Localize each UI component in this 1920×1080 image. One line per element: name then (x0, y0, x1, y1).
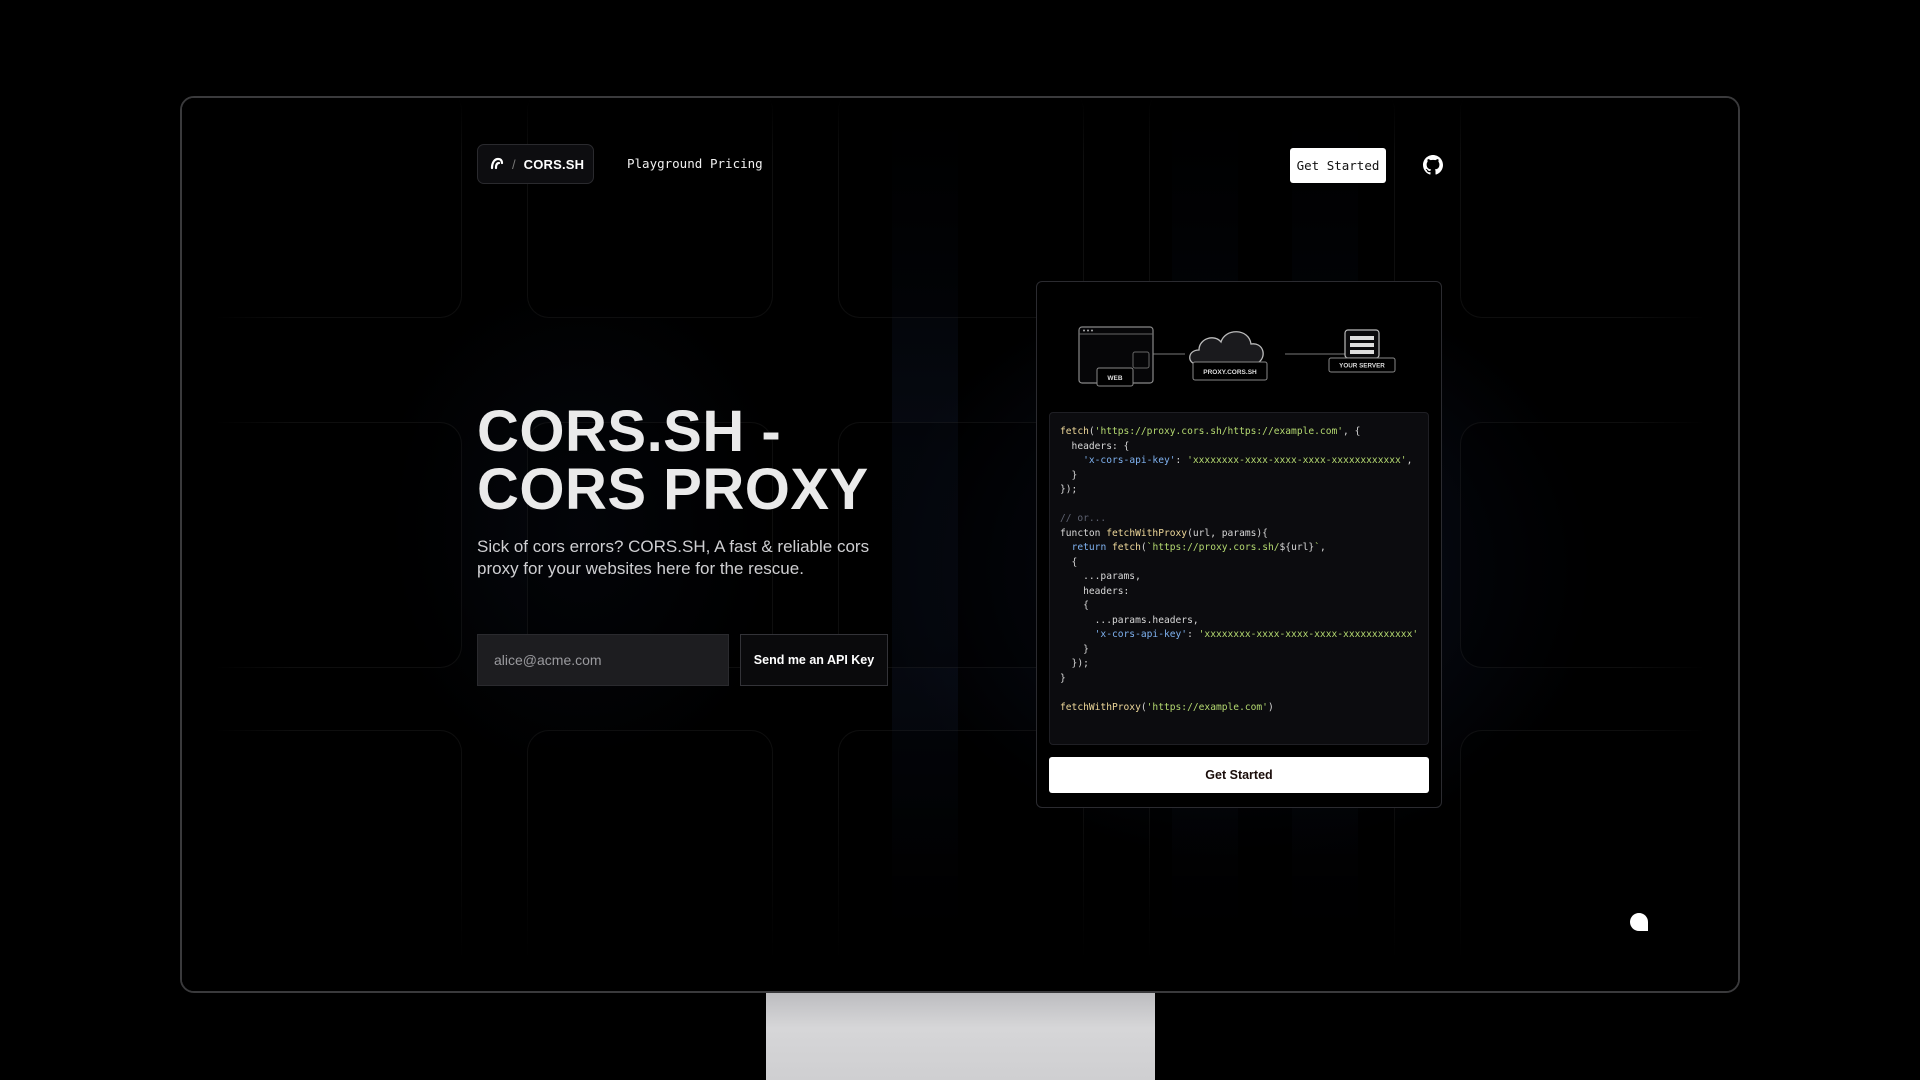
code-line: ...params, (1060, 571, 1141, 582)
hero-title: CORS.SH - CORS PROXY (477, 399, 869, 522)
code-line: } (1060, 672, 1066, 684)
code-line: } (1060, 469, 1078, 481)
get-started-nav-button[interactable]: Get Started (1290, 148, 1386, 183)
code-line: return fetch(`https://proxy.cors.sh/${ur… (1071, 542, 1326, 553)
code-line: { (1060, 556, 1078, 568)
code-line: fetchWithProxy('https://example.com') (1060, 701, 1274, 713)
code-line: } (1060, 643, 1089, 655)
code-line: }); (1060, 658, 1089, 669)
code-example-card: WEB PROXY.CORS.SH YOUR SERVER fetch('htt… (1036, 281, 1442, 808)
code-line: }); (1060, 484, 1078, 495)
email-input[interactable] (477, 634, 729, 686)
proxy-flow-diagram: WEB PROXY.CORS.SH YOUR SERVER (1078, 326, 1396, 387)
hero-subtitle: Sick of cors errors? CORS.SH, A fast & r… (477, 537, 870, 578)
website-screen: / CORS.SH Playground Pricing Get Started… (182, 98, 1738, 991)
code-line: ...params.headers, (1060, 614, 1199, 626)
code-line: headers: { (1060, 440, 1130, 452)
monitor-frame: / CORS.SH Playground Pricing Get Started… (180, 96, 1740, 993)
cloud-icon: PROXY.CORS.SH (1189, 331, 1268, 381)
get-started-card-button[interactable]: Get Started (1049, 757, 1429, 793)
code-text: fetch('https://proxy.cors.sh/https://exa… (1060, 425, 1418, 715)
brand-separator: / (512, 156, 516, 172)
chat-bubble-icon[interactable] (1629, 912, 1649, 932)
code-line: headers: (1060, 585, 1130, 597)
github-icon[interactable] (1423, 155, 1443, 175)
code-line: fetch('https://proxy.cors.sh/https://exa… (1060, 426, 1361, 437)
code-line: // or... (1060, 513, 1107, 524)
diagram-label-web: WEB (1107, 375, 1122, 382)
brand-home-link[interactable]: / CORS.SH (477, 144, 594, 184)
monitor-stand (766, 993, 1155, 1080)
code-snippet: fetch('https://proxy.cors.sh/https://exa… (1049, 412, 1429, 745)
code-line: 'x-cors-api-key': 'xxxxxxxx-xxxx-xxxx-xx… (1083, 455, 1413, 466)
diagram-label-proxy: PROXY.CORS.SH (1203, 369, 1257, 376)
code-line: functon fetchWithProxy(url, params){ (1060, 527, 1268, 539)
send-api-key-button[interactable]: Send me an API Key (740, 634, 888, 686)
code-line: { (1060, 600, 1089, 611)
diagram-label-server: YOUR SERVER (1339, 363, 1385, 370)
edge-fade (182, 98, 1738, 158)
nav-link-pricing[interactable]: Pricing (710, 156, 763, 171)
code-line: 'x-cors-api-key': 'xxxxxxxx-xxxx-xxxx-xx… (1094, 629, 1419, 640)
cors-logo-icon (490, 157, 504, 170)
brand-name: CORS.SH (523, 156, 585, 172)
server-icon: YOUR SERVER (1328, 329, 1396, 373)
browser-window-icon: WEB (1078, 326, 1154, 387)
edge-fade (182, 791, 1738, 991)
nav-link-playground[interactable]: Playground (627, 156, 702, 171)
